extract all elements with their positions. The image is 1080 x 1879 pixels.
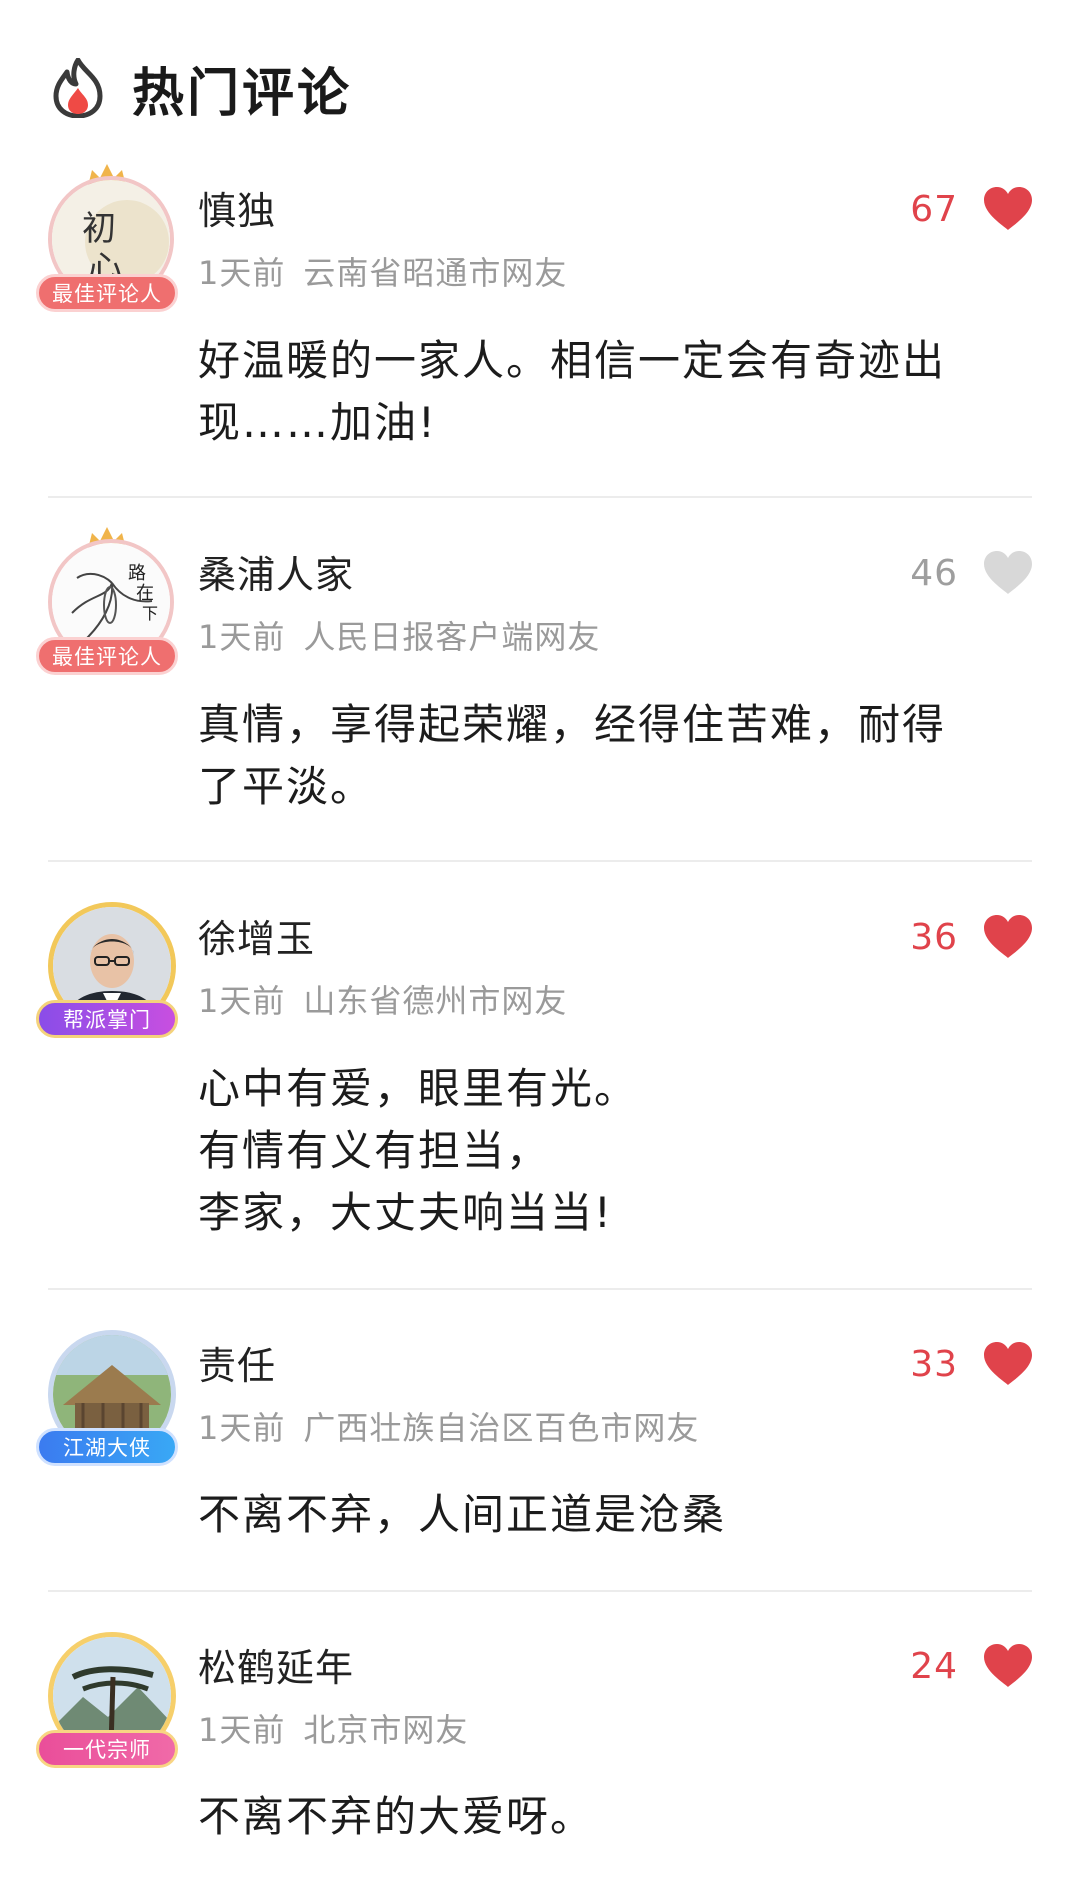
content-line: 心中有爱，眼里有光。: [198, 1064, 639, 1113]
like-button[interactable]: 67: [910, 186, 1034, 232]
comment-content: 不离不弃的大爱呀。: [198, 1786, 1028, 1848]
heart-icon: [984, 1644, 1032, 1687]
svg-text:下: 下: [142, 604, 158, 623]
comment-time: 1天前: [198, 982, 286, 1020]
content-line: 好温暖的一家人。相信一定会有奇迹出: [198, 336, 947, 385]
user-badge: 最佳评论人: [36, 637, 178, 675]
like-button[interactable]: 33: [910, 1341, 1034, 1387]
like-count: 46: [910, 552, 958, 594]
like-button[interactable]: 36: [910, 914, 1034, 960]
heart-icon: [984, 915, 1032, 958]
username[interactable]: 责任: [198, 1335, 276, 1390]
comment-location: 北京市网友: [303, 1711, 469, 1749]
page-title: 热门评论: [132, 63, 353, 124]
comment-meta: 1天前 广西壮族自治区百色市网友: [198, 1403, 699, 1449]
comment-meta: 1天前 山东省德州市网友: [198, 976, 567, 1022]
flame-icon: [53, 58, 103, 118]
comment-location: 广西壮族自治区百色市网友: [303, 1409, 700, 1447]
divider: [48, 860, 1032, 862]
content-line: 了平淡。: [198, 762, 375, 811]
like-count: 33: [910, 1343, 958, 1385]
comment-content: 心中有爱，眼里有光。 有情有义有担当， 李家，大丈夫响当当!: [198, 1058, 1028, 1244]
comment-meta: 1天前 云南省昭通市网友: [198, 248, 567, 294]
comment-content: 不离不弃，人间正道是沧桑: [198, 1484, 1028, 1546]
user-badge: 一代宗师: [36, 1730, 178, 1768]
avatar[interactable]: 江湖大侠: [28, 1316, 186, 1476]
content-line: 真情，享得起荣耀，经得住苦难，耐得: [198, 700, 947, 749]
heart-icon: [984, 187, 1032, 230]
heart-icon: [984, 1342, 1032, 1385]
heart-icon: [984, 551, 1032, 594]
comment-location: 山东省德州市网友: [303, 982, 568, 1020]
hot-comments-header: 热门评论: [50, 50, 352, 126]
comment-content: 真情，享得起荣耀，经得住苦难，耐得 了平淡。: [198, 694, 1028, 818]
username[interactable]: 慎独: [198, 180, 276, 235]
divider: [48, 496, 1032, 498]
avatar[interactable]: 路 在 下 最佳评论人: [28, 525, 186, 685]
like-button[interactable]: 24: [910, 1643, 1034, 1689]
content-line: 李家，大丈夫响当当!: [198, 1188, 613, 1237]
user-badge: 帮派掌门: [36, 1000, 178, 1038]
svg-text:在: 在: [136, 583, 154, 604]
divider: [48, 1288, 1032, 1290]
content-line: 现……加油!: [198, 398, 437, 447]
user-badge: 江湖大侠: [36, 1428, 178, 1466]
comment-time: 1天前: [198, 618, 286, 656]
comment-meta: 1天前 北京市网友: [198, 1705, 468, 1751]
divider: [48, 1590, 1032, 1592]
comment-location: 人民日报客户端网友: [303, 618, 601, 656]
comment-time: 1天前: [198, 1409, 286, 1447]
comment-time: 1天前: [198, 254, 286, 292]
content-line: 不离不弃，人间正道是沧桑: [198, 1490, 727, 1539]
comment-location: 云南省昭通市网友: [303, 254, 568, 292]
avatar[interactable]: 一代宗师: [28, 1618, 186, 1778]
username[interactable]: 徐增玉: [198, 908, 315, 963]
username[interactable]: 桑浦人家: [198, 544, 354, 599]
svg-text:初: 初: [82, 209, 116, 249]
avatar[interactable]: 初 心 最佳评论人: [28, 162, 186, 322]
username[interactable]: 松鹤延年: [198, 1637, 354, 1692]
content-line: 有情有义有担当，: [198, 1126, 551, 1175]
like-count: 24: [910, 1645, 958, 1687]
comment-content: 好温暖的一家人。相信一定会有奇迹出 现……加油!: [198, 330, 1028, 454]
avatar[interactable]: 帮派掌门: [28, 888, 186, 1048]
comment-meta: 1天前 人民日报客户端网友: [198, 612, 600, 658]
content-line: 不离不弃的大爱呀。: [198, 1792, 595, 1841]
user-badge: 最佳评论人: [36, 274, 178, 312]
like-count: 36: [910, 916, 958, 958]
like-button[interactable]: 46: [910, 550, 1034, 596]
comment-time: 1天前: [198, 1711, 286, 1749]
like-count: 67: [910, 188, 958, 230]
svg-text:路: 路: [128, 563, 146, 584]
